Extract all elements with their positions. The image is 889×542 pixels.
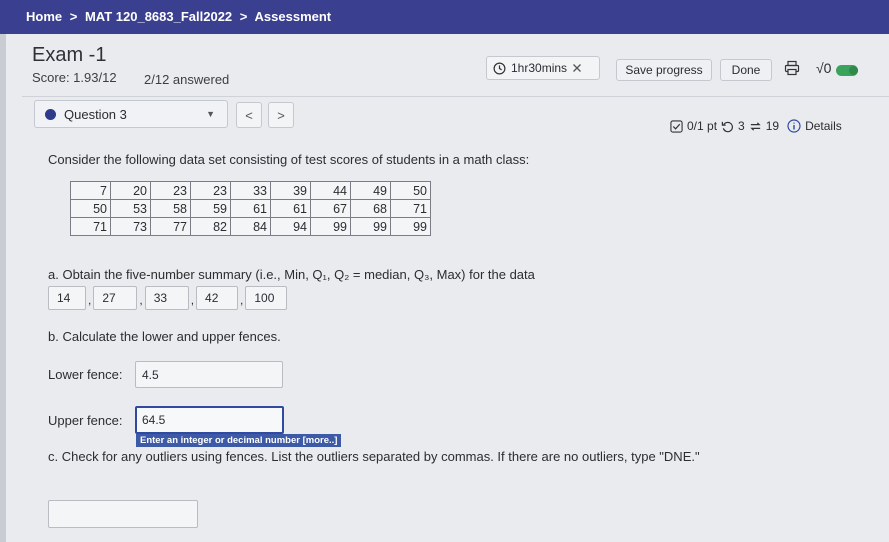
details-link[interactable]: Details	[805, 119, 842, 133]
upper-fence-input[interactable]: 64.5	[135, 406, 284, 434]
attempts-count: 3	[738, 119, 745, 133]
retries-count: 19	[765, 119, 780, 133]
table-cell: 84	[230, 217, 271, 236]
table-cell: 39	[270, 181, 311, 200]
lower-fence-label: Lower fence:	[48, 367, 123, 382]
table-cell: 61	[230, 199, 271, 218]
table-row: 50 53 58 59 61 61 67 68 71	[70, 199, 431, 218]
next-question-button[interactable]: >	[268, 102, 294, 128]
question-prompt: Consider the following data set consisti…	[48, 152, 530, 167]
table-cell: 23	[150, 181, 191, 200]
table-cell: 20	[110, 181, 151, 200]
math-entry-icon[interactable]: √0	[816, 60, 831, 76]
table-cell: 71	[390, 199, 431, 218]
top-nav-bar: Home > MAT 120_8683_Fall2022 > Assessmen…	[0, 0, 889, 34]
table-cell: 67	[310, 199, 351, 218]
table-cell: 53	[110, 199, 151, 218]
breadcrumb-separator: >	[239, 9, 248, 24]
clock-icon	[493, 62, 506, 74]
question-select-label: Question 3	[64, 106, 127, 122]
points-text: 0/1 pt	[687, 119, 718, 133]
timer-text: 1hr30mins	[511, 61, 568, 75]
table-cell: 68	[350, 199, 391, 218]
retry-icon	[750, 121, 761, 131]
math-toggle-switch[interactable]	[836, 65, 858, 76]
comma-separator: ,	[88, 293, 92, 307]
min-input[interactable]: 14	[48, 286, 86, 310]
breadcrumb-separator: >	[69, 9, 78, 24]
table-cell: 99	[310, 217, 351, 236]
timer-badge[interactable]: 1hr30mins	[486, 56, 600, 80]
info-icon[interactable]	[787, 119, 801, 133]
checkbox-icon	[670, 119, 683, 133]
part-c-text: c. Check for any outliers using fences. …	[48, 449, 700, 464]
table-cell: 23	[190, 181, 231, 200]
answered-count: 2/12 answered	[144, 72, 230, 87]
table-cell: 71	[70, 217, 111, 236]
table-row: 7 20 23 23 33 39 44 49 50	[70, 181, 431, 200]
table-cell: 61	[270, 199, 311, 218]
comma-separator: ,	[190, 293, 195, 307]
print-icon[interactable]	[784, 60, 800, 76]
table-cell: 44	[310, 181, 351, 200]
table-cell: 99	[350, 217, 391, 236]
undo-icon	[721, 121, 734, 132]
table-cell: 99	[390, 217, 431, 236]
part-b-text: b. Calculate the lower and upper fences.	[48, 329, 281, 344]
comma-separator: ,	[240, 293, 244, 307]
question-select[interactable]: Question 3 ▼	[34, 100, 228, 128]
chevron-down-icon: ▼	[206, 109, 215, 119]
q1-input[interactable]: 27	[93, 286, 138, 310]
table-cell: 50	[390, 181, 431, 200]
table-cell: 7	[70, 181, 111, 200]
breadcrumb-current: Assessment	[254, 9, 332, 24]
question-meta: 0/1 pt 3 19 Details	[670, 119, 842, 133]
question-status-dot-icon	[45, 108, 56, 120]
table-cell: 33	[230, 181, 271, 200]
table-row: 71 73 77 82 84 94 99 99 99	[70, 217, 431, 236]
data-table: 7 20 23 23 33 39 44 49 50 50 53 58 59 61 61 67 68 71 71 73 7…	[70, 181, 431, 236]
table-cell: 82	[190, 217, 231, 236]
max-input[interactable]: 100	[245, 286, 288, 310]
table-cell: 77	[150, 217, 191, 236]
comma-separator: ,	[139, 293, 143, 307]
header-divider	[22, 96, 889, 97]
table-cell: 94	[270, 217, 311, 236]
breadcrumb: Home > MAT 120_8683_Fall2022 > Assessmen…	[26, 9, 335, 24]
breadcrumb-course[interactable]: MAT 120_8683_Fall2022	[85, 9, 232, 24]
table-cell: 58	[150, 199, 191, 218]
outliers-input[interactable]	[48, 500, 198, 528]
part-a-text: a. Obtain the five-number summary (i.e.,…	[48, 267, 535, 282]
table-cell: 59	[190, 199, 231, 218]
q3-input[interactable]: 42	[196, 286, 239, 310]
close-icon[interactable]	[572, 63, 582, 73]
table-cell: 73	[110, 217, 151, 236]
done-button[interactable]: Done	[720, 59, 772, 81]
left-edge-strip	[0, 34, 6, 542]
q2-input[interactable]: 33	[144, 286, 189, 310]
table-cell: 49	[350, 181, 391, 200]
save-progress-button[interactable]: Save progress	[616, 59, 712, 81]
table-cell: 50	[70, 199, 111, 218]
lower-fence-input[interactable]: 4.5	[135, 361, 283, 388]
previous-question-button[interactable]: <	[236, 102, 262, 128]
five-number-summary-inputs: 14 , 27 , 33 , 42 , 100	[48, 286, 288, 310]
breadcrumb-home[interactable]: Home	[26, 9, 62, 24]
upper-fence-label: Upper fence:	[48, 413, 123, 428]
input-hint-tooltip[interactable]: Enter an integer or decimal number [more…	[136, 434, 342, 447]
score-text: Score: 1.93/12	[32, 70, 117, 85]
page-title: Exam -1	[32, 44, 107, 66]
